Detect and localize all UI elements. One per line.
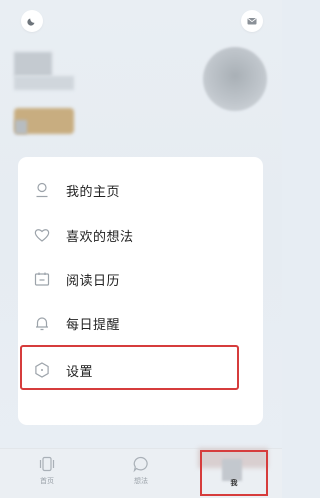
menu-item-liked-thoughts[interactable]: 喜欢的想法 bbox=[18, 215, 263, 255]
home-phone-icon bbox=[39, 456, 55, 472]
tab-thoughts[interactable]: 想法 bbox=[121, 455, 161, 495]
menu-item-label: 喜欢的想法 bbox=[66, 229, 134, 245]
avatar[interactable] bbox=[203, 47, 267, 111]
settings-highlight-box bbox=[20, 345, 239, 390]
menu-item-label: 阅读日历 bbox=[66, 273, 121, 289]
menu-item-daily-reminder[interactable]: 每日提醒 bbox=[18, 303, 263, 343]
person-icon bbox=[33, 181, 51, 199]
profile-name-blurred bbox=[14, 52, 52, 76]
messages-button[interactable] bbox=[241, 10, 263, 32]
calendar-icon bbox=[33, 270, 51, 288]
mail-icon bbox=[247, 18, 257, 25]
tab-home[interactable]: 首页 bbox=[27, 455, 67, 495]
night-mode-button[interactable] bbox=[21, 10, 43, 32]
tab-label: 首页 bbox=[40, 477, 54, 485]
profile-info-blurred bbox=[14, 76, 74, 90]
profile-badge-blurred-part bbox=[15, 120, 27, 134]
menu-item-label: 我的主页 bbox=[66, 184, 121, 200]
heart-icon bbox=[33, 226, 51, 244]
chat-bubble-icon bbox=[133, 456, 148, 473]
moon-icon bbox=[27, 18, 35, 26]
tab-label: 想法 bbox=[134, 477, 148, 485]
menu-item-my-homepage[interactable]: 我的主页 bbox=[18, 170, 263, 210]
menu-item-label: 每日提醒 bbox=[66, 317, 121, 333]
menu-item-reading-calendar[interactable]: 阅读日历 bbox=[18, 259, 263, 299]
bell-icon bbox=[33, 314, 51, 332]
tab-me-highlight-box bbox=[200, 450, 268, 496]
